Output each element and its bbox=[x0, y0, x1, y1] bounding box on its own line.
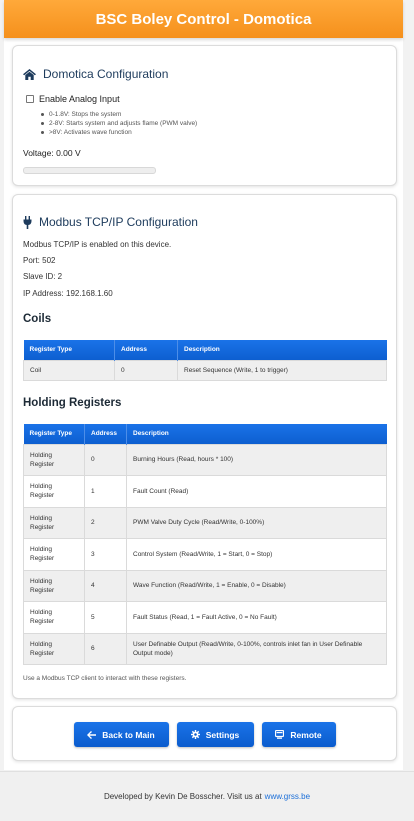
cell-address: 1 bbox=[84, 475, 127, 508]
app-header: BSC Boley Control - Domotica bbox=[4, 0, 403, 38]
holding-registers-heading: Holding Registers bbox=[23, 397, 122, 409]
table-row: Holding Register 1 Fault Count (Read) bbox=[23, 475, 387, 508]
home-icon bbox=[23, 68, 36, 80]
page-footer: Developed by Kevin De Bosscher. Visit us… bbox=[0, 771, 414, 821]
column-header: Register Type bbox=[23, 424, 85, 444]
table-row: Holding Register 5 Fault Status (Read, 1 =… bbox=[23, 601, 387, 634]
cell-type: Holding Register bbox=[23, 569, 85, 602]
domotica-card: Domotica Configuration Enable Analog Inp… bbox=[12, 45, 397, 186]
cell-description: Control System (Read/Write, 1 = Start, 0… bbox=[126, 538, 387, 571]
navigation-card: Back to Main Settings Remote bbox=[12, 706, 397, 761]
plug-icon bbox=[23, 215, 32, 229]
table-header-row: Register Type Address Description bbox=[23, 340, 387, 360]
domotica-title: Domotica Configuration bbox=[23, 67, 168, 81]
settings-button[interactable]: Settings bbox=[176, 722, 254, 747]
table-row: Holding Register 3 Control System (Read/Wr… bbox=[23, 538, 387, 571]
column-header: Register Type bbox=[23, 340, 115, 360]
enable-analog-checkbox[interactable] bbox=[26, 95, 34, 103]
table-row: Holding Register 4 Wave Function (Read/Wri… bbox=[23, 569, 387, 602]
back-to-main-button[interactable]: Back to Main bbox=[73, 722, 169, 747]
arrow-left-icon bbox=[87, 730, 97, 739]
enable-analog-row[interactable]: Enable Analog Input bbox=[26, 94, 120, 104]
modbus-enabled-text: Modbus TCP/IP is enabled on this device. bbox=[23, 240, 172, 249]
modbus-note: Use a Modbus TCP client to interact with… bbox=[23, 675, 187, 682]
remote-icon bbox=[275, 730, 285, 739]
cell-type: Coil bbox=[23, 359, 115, 381]
remote-label: Remote bbox=[290, 729, 322, 740]
footer-link[interactable]: www.grss.be bbox=[265, 792, 310, 801]
list-item: >8V: Activates wave function bbox=[41, 128, 197, 137]
column-header: Description bbox=[177, 340, 387, 360]
modbus-card: Modbus TCP/IP Configuration Modbus TCP/I… bbox=[12, 194, 397, 699]
cell-description: Fault Status (Read, 1 = Fault Active, 0 … bbox=[126, 601, 387, 634]
cell-type: Holding Register bbox=[23, 443, 85, 476]
table-row: Holding Register 0 Burning Hours (Read, ho… bbox=[23, 443, 387, 476]
coils-table: Register Type Address Description Coil 0 R… bbox=[23, 340, 387, 381]
cell-address: 0 bbox=[84, 443, 127, 476]
cell-description: Burning Hours (Read, hours * 100) bbox=[126, 443, 387, 476]
coils-heading: Coils bbox=[23, 313, 52, 325]
remote-button[interactable]: Remote bbox=[261, 722, 336, 747]
cell-address: 3 bbox=[84, 538, 127, 571]
cell-description: User Definable Output (Read/Write, 0-100… bbox=[126, 632, 387, 665]
voltage-bar bbox=[23, 167, 156, 174]
button-row: Back to Main Settings Remote bbox=[13, 722, 396, 747]
voltage-rules-list: 0-1.8V: Stops the system 2-8V: Starts sy… bbox=[41, 110, 197, 137]
cell-type: Holding Register bbox=[23, 506, 85, 539]
voltage-readout: Voltage: 0.00 V bbox=[23, 148, 81, 158]
page-container: BSC Boley Control - Domotica Domotica Co… bbox=[4, 0, 403, 770]
column-header: Address bbox=[84, 424, 127, 444]
cell-description: Reset Sequence (Write, 1 to trigger) bbox=[177, 359, 387, 381]
gear-icon bbox=[190, 730, 200, 739]
table-row: Holding Register 2 PWM Valve Duty Cycle (R… bbox=[23, 506, 387, 539]
back-to-main-label: Back to Main bbox=[102, 729, 155, 740]
table-row: Holding Register 6 User Definable Output (… bbox=[23, 632, 387, 665]
page-title: BSC Boley Control - Domotica bbox=[95, 10, 312, 28]
modbus-ip-address: IP Address: 192.168.1.60 bbox=[23, 289, 113, 298]
cell-description: PWM Valve Duty Cycle (Read/Write, 0-100%… bbox=[126, 506, 387, 539]
column-header: Description bbox=[126, 424, 387, 444]
cell-address: 0 bbox=[114, 359, 178, 381]
modbus-slave-id: Slave ID: 2 bbox=[23, 272, 63, 281]
cell-address: 4 bbox=[84, 569, 127, 602]
modbus-title: Modbus TCP/IP Configuration bbox=[23, 215, 198, 229]
cell-address: 2 bbox=[84, 506, 127, 539]
domotica-title-text: Domotica Configuration bbox=[43, 67, 169, 81]
cell-description: Wave Function (Read/Write, 1 = Enable, 0… bbox=[126, 569, 387, 602]
settings-label: Settings bbox=[205, 729, 240, 740]
cell-description: Fault Count (Read) bbox=[126, 475, 387, 508]
list-item: 0-1.8V: Stops the system bbox=[41, 110, 197, 119]
cell-type: Holding Register bbox=[23, 538, 85, 571]
table-header-row: Register Type Address Description bbox=[23, 424, 387, 444]
modbus-title-text: Modbus TCP/IP Configuration bbox=[39, 215, 198, 229]
cell-address: 6 bbox=[84, 632, 127, 665]
cell-type: Holding Register bbox=[23, 601, 85, 634]
list-item: 2-8V: Starts system and adjusts flame (P… bbox=[41, 119, 197, 128]
cell-type: Holding Register bbox=[23, 475, 85, 508]
table-row: Coil 0 Reset Sequence (Write, 1 to trigger… bbox=[23, 359, 387, 381]
holding-registers-table: Register Type Address Description Holdin… bbox=[23, 424, 387, 665]
cell-address: 5 bbox=[84, 601, 127, 634]
footer-text: Developed by Kevin De Bosscher. Visit us… bbox=[103, 792, 262, 801]
enable-analog-label: Enable Analog Input bbox=[39, 94, 120, 104]
cell-type: Holding Register bbox=[23, 632, 85, 665]
modbus-port: Port: 502 bbox=[23, 256, 56, 265]
column-header: Address bbox=[114, 340, 178, 360]
